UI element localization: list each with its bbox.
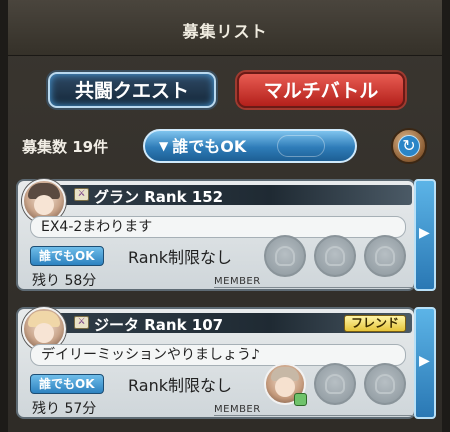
- rank-limit-text: Rank制限なし: [128, 376, 232, 395]
- crest-icon: [275, 246, 295, 266]
- member-divider: [214, 415, 414, 416]
- page-title: 募集リスト: [182, 22, 268, 41]
- filter-dropdown-button[interactable]: ▼ 誰でもOK: [143, 129, 357, 163]
- host-name-bar: ⚔ グラン Rank 152: [58, 185, 412, 206]
- filter-label: 誰でもOK: [172, 137, 247, 156]
- host-name-bar: ⚔ ジータ Rank 107 フレンド: [58, 313, 412, 334]
- refresh-button[interactable]: ↻: [391, 128, 427, 164]
- class-icon: [294, 393, 307, 406]
- anyone-ok-badge: 誰でもOK: [30, 374, 104, 394]
- room-comment: デイリーミッションやりましょう♪: [30, 344, 406, 366]
- avatar-face: [34, 323, 54, 343]
- crest-icon: [325, 374, 345, 394]
- member-divider: [214, 287, 414, 288]
- anyone-ok-badge: 誰でもOK: [30, 246, 104, 266]
- empty-member-slot: [264, 235, 306, 277]
- friend-badge: フレンド: [343, 315, 406, 332]
- filter-ornament: [277, 135, 325, 157]
- member-label: MEMBER: [214, 276, 261, 287]
- sword-icon: ⚔: [74, 316, 89, 329]
- join-room-arrow-button[interactable]: ▶: [414, 179, 436, 291]
- avatar-face: [275, 377, 295, 397]
- crest-icon: [375, 246, 395, 266]
- play-arrow-icon: ▶: [419, 353, 430, 369]
- recruit-count: 募集数 19件: [22, 138, 109, 156]
- title-bar: 募集リスト: [8, 0, 442, 56]
- member-avatar: [264, 363, 307, 406]
- empty-member-slot: [364, 235, 406, 277]
- empty-member-slot: [364, 363, 406, 405]
- host-name-rank: ジータ Rank 107: [94, 316, 224, 334]
- crest-icon: [325, 246, 345, 266]
- host-name-rank: グラン Rank 152: [94, 188, 224, 206]
- empty-member-slot: [314, 363, 356, 405]
- rank-limit-text: Rank制限なし: [128, 248, 232, 267]
- member-label: MEMBER: [214, 404, 261, 415]
- avatar-face: [34, 195, 54, 215]
- join-room-arrow-button[interactable]: ▶: [414, 307, 436, 419]
- refresh-icon: ↻: [398, 135, 420, 157]
- tab-coop-quest[interactable]: 共闘クエスト: [48, 72, 216, 108]
- triangle-down-icon: ▼: [159, 139, 169, 153]
- room-card[interactable]: ⚔ グラン Rank 152 EX4-2まわります 誰でもOK Rank制限なし…: [16, 179, 416, 291]
- tab-multi-battle[interactable]: マルチバトル: [237, 72, 405, 108]
- room-comment: EX4-2まわります: [30, 216, 406, 238]
- time-remaining: 残り 57分: [32, 401, 97, 417]
- room-card[interactable]: ⚔ ジータ Rank 107 フレンド デイリーミッションやりましょう♪ 誰でも…: [16, 307, 416, 419]
- crest-icon: [375, 374, 395, 394]
- time-remaining: 残り 58分: [32, 273, 97, 289]
- play-arrow-icon: ▶: [419, 225, 430, 241]
- empty-member-slot: [314, 235, 356, 277]
- dagger-icon: ⚔: [74, 188, 89, 201]
